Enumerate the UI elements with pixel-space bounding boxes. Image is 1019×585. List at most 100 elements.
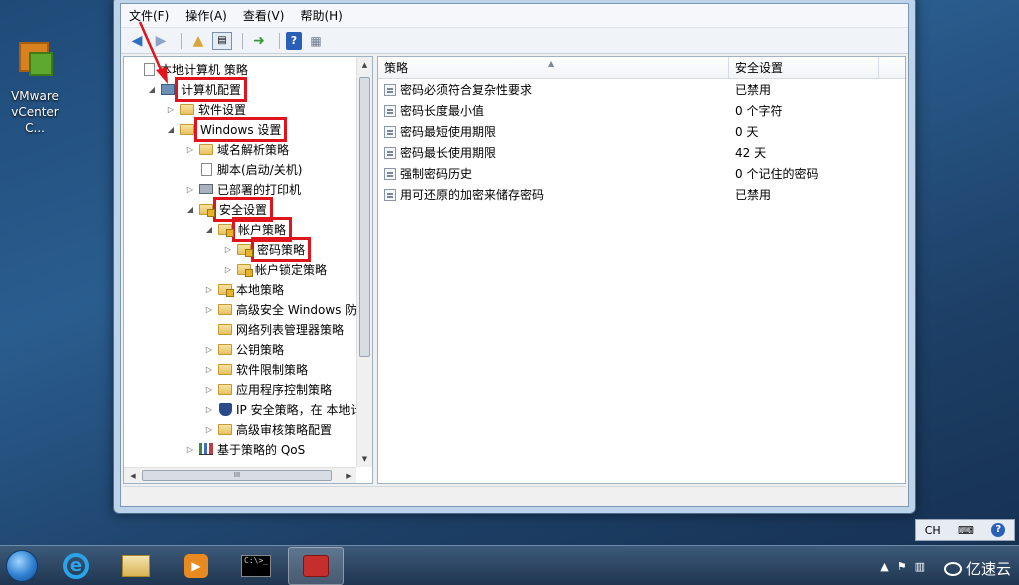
tree-node[interactable]: 脚本(启动/关机) <box>124 159 356 179</box>
taskbar-media-player[interactable]: ▶ <box>168 547 224 585</box>
start-button[interactable] <box>0 546 44 585</box>
file-explorer-icon <box>122 554 150 577</box>
policy-row[interactable]: 密码最短使用期限 0 天 <box>378 121 905 142</box>
expand-toggle-icon[interactable]: ◢ <box>166 125 176 134</box>
taskbar-gpedit[interactable] <box>288 546 344 585</box>
tree-node[interactable]: ▷ 基于策略的 QoS <box>124 439 356 459</box>
vmware-label-line2: vCenter C... <box>11 105 59 135</box>
policy-setting-icon <box>384 188 396 201</box>
expand-toggle-icon[interactable]: ◢ <box>204 225 214 234</box>
up-folder-icon[interactable]: ▲ <box>188 32 208 50</box>
tree-node[interactable]: ▷ 高级审核策略配置 <box>124 419 356 439</box>
expand-toggle-icon[interactable]: ▷ <box>204 345 214 354</box>
menu-help[interactable]: 帮助(H) <box>300 7 342 24</box>
column-header-policy[interactable]: 策略 ▲ <box>378 57 729 79</box>
policy-row[interactable]: 用可还原的加密来储存密码 已禁用 <box>378 184 905 205</box>
tree-node[interactable]: ▷ 高级安全 Windows 防火 <box>124 299 356 319</box>
policy-cell: 密码最长使用期限 <box>378 144 729 161</box>
menu-file[interactable]: 文件(F) <box>129 7 169 24</box>
tree-node[interactable]: ▷ 密码策略 <box>124 236 356 262</box>
expand-toggle-icon[interactable]: ▷ <box>185 445 195 454</box>
forward-arrow-icon[interactable]: ▶ <box>151 32 171 50</box>
expand-toggle-icon[interactable]: ▷ <box>204 285 214 294</box>
expand-toggle-icon[interactable]: ▷ <box>185 145 195 154</box>
show-hide-tree-icon[interactable]: ▤ <box>212 31 232 50</box>
tree-vertical-scrollbar[interactable]: ▲ ▼ <box>356 57 372 467</box>
tree-horizontal-scrollbar[interactable]: ◀ III ▶ <box>124 467 356 483</box>
tree-node[interactable]: 网络列表管理器策略 <box>124 319 356 339</box>
tree-node[interactable]: ▷ 软件设置 <box>124 99 356 119</box>
help-icon[interactable]: ? <box>286 31 302 50</box>
expand-toggle-icon[interactable]: ▷ <box>204 385 214 394</box>
folder-lock-icon <box>236 242 253 257</box>
expand-toggle-icon[interactable]: ▷ <box>204 405 214 414</box>
folder-lock-icon <box>217 222 234 237</box>
tree-node[interactable]: ◢ Windows 设置 <box>124 116 356 142</box>
network-icon[interactable]: ▥ <box>915 560 925 573</box>
tree-node[interactable]: ▷ 本地策略 <box>124 279 356 299</box>
properties-icon[interactable]: ▦ <box>306 32 326 50</box>
expand-toggle-icon[interactable]: ▷ <box>223 265 233 274</box>
tree-node[interactable]: ▷ 公钥策略 <box>124 339 356 359</box>
policy-row[interactable]: 强制密码历史 0 个记住的密码 <box>378 163 905 184</box>
tree-node[interactable]: ◢ 帐户策略 <box>124 216 356 242</box>
tree-node-label: 应用程序控制策略 <box>236 382 333 397</box>
expand-toggle-icon[interactable]: ▷ <box>204 305 214 314</box>
action-center-flag-icon[interactable]: ⚑ <box>897 560 907 573</box>
tree-node[interactable]: ▷ 软件限制策略 <box>124 359 356 379</box>
tree-node-label: 基于策略的 QoS <box>217 442 306 457</box>
menu-action[interactable]: 操作(A) <box>185 7 227 24</box>
tree-node[interactable]: ◢ 计算机配置 <box>124 76 356 102</box>
expand-toggle-icon[interactable]: ▷ <box>185 185 195 194</box>
expand-toggle-icon[interactable]: ◢ <box>185 205 195 214</box>
menu-view[interactable]: 查看(V) <box>243 7 285 24</box>
expand-toggle-icon[interactable]: ◢ <box>147 85 157 94</box>
language-bar[interactable]: CH ⌨ ? <box>915 519 1015 541</box>
tree-node[interactable]: ◢ 安全设置 <box>124 196 356 222</box>
language-indicator[interactable]: CH <box>925 524 941 537</box>
tree-node[interactable]: ▷ 应用程序控制策略 <box>124 379 356 399</box>
vmware-vcenter-shortcut[interactable]: VMware vCenter C... <box>0 40 70 136</box>
toolbar: ◀ ▶ ▲ ▤ ➜ ? ▦ <box>121 28 908 54</box>
folder-lock-icon <box>217 282 234 297</box>
keyboard-icon[interactable]: ⌨ <box>958 524 974 537</box>
expand-toggle-icon[interactable]: ▷ <box>204 425 214 434</box>
back-arrow-icon[interactable]: ◀ <box>127 32 147 50</box>
hscroll-thumb[interactable]: III <box>142 470 332 481</box>
tree-node-label: 计算机配置 <box>174 76 248 102</box>
tree-node-label: 帐户策略 <box>231 216 293 242</box>
tree-node[interactable]: 本地计算机 策略 <box>124 59 356 79</box>
status-bar <box>123 486 906 504</box>
scroll-right-icon[interactable]: ▶ <box>342 468 356 483</box>
policy-setting-icon <box>384 167 396 180</box>
policy-name: 强制密码历史 <box>400 167 473 181</box>
menu-bar: 文件(F) 操作(A) 查看(V) 帮助(H) <box>121 4 908 28</box>
scroll-thumb[interactable] <box>359 77 370 357</box>
taskbar-cmd[interactable]: C:\>_ <box>228 547 284 585</box>
show-hidden-icons-icon[interactable]: ▲ <box>880 560 888 573</box>
tree-node[interactable]: ▷ 帐户锁定策略 <box>124 259 356 279</box>
printer-icon <box>198 182 214 196</box>
help-icon[interactable]: ? <box>991 523 1006 537</box>
tree-node-label: 已部署的打印机 <box>217 182 302 197</box>
expand-toggle-icon[interactable]: ▷ <box>166 105 176 114</box>
export-list-icon[interactable]: ➜ <box>249 32 269 50</box>
tree-node[interactable]: ▷ 域名解析策略 <box>124 139 356 159</box>
policy-name: 密码长度最小值 <box>400 104 485 118</box>
tree-node-label: 域名解析策略 <box>217 142 290 157</box>
scroll-up-icon[interactable]: ▲ <box>357 57 372 73</box>
taskbar-explorer[interactable] <box>108 547 164 585</box>
expand-toggle-icon[interactable]: ▷ <box>204 365 214 374</box>
policy-row[interactable]: 密码最长使用期限 42 天 <box>378 142 905 163</box>
policy-cell: 强制密码历史 <box>378 165 729 182</box>
expand-toggle-icon[interactable]: ▷ <box>223 245 233 254</box>
policy-row[interactable]: 密码长度最小值 0 个字符 <box>378 100 905 121</box>
taskbar-ie[interactable]: e <box>48 547 104 585</box>
scroll-left-icon[interactable]: ◀ <box>126 468 140 483</box>
policy-cell: 用可还原的加密来储存密码 <box>378 186 729 203</box>
policy-row[interactable]: 密码必须符合复杂性要求 已禁用 <box>378 79 905 100</box>
scroll-down-icon[interactable]: ▼ <box>357 451 372 467</box>
tree-node[interactable]: ▷ IP 安全策略，在 本地计算 <box>124 399 356 419</box>
column-header-setting[interactable]: 安全设置 <box>729 57 879 79</box>
tree-node[interactable]: ▷ 已部署的打印机 <box>124 179 356 199</box>
